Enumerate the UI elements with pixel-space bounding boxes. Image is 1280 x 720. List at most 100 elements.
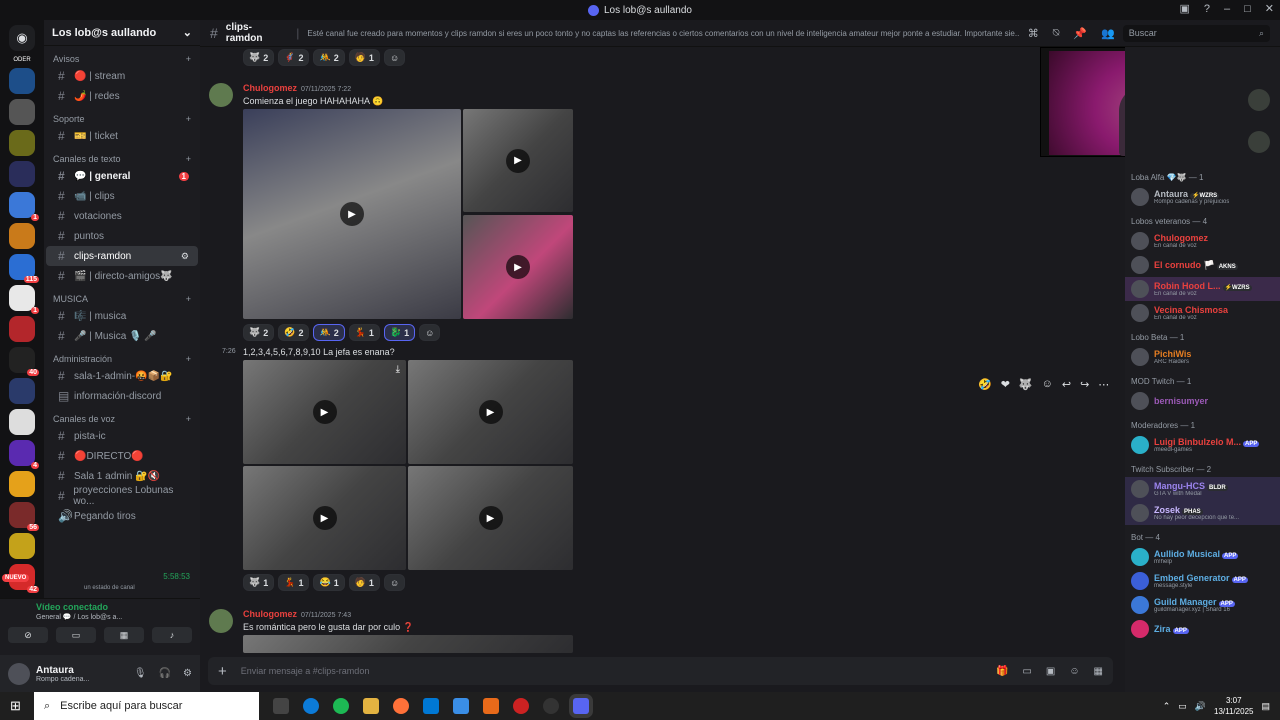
- server-icon[interactable]: [9, 378, 35, 404]
- channel-clips[interactable]: # 📹 | clips: [46, 186, 198, 206]
- gear-icon[interactable]: ⚙: [183, 668, 192, 679]
- member-item[interactable]: Luigi Binbulzelo M... APP/meedl-games: [1125, 433, 1280, 457]
- clock[interactable]: 3:07 13/11/2025: [1214, 695, 1253, 717]
- category-musica[interactable]: MUSICA +: [44, 286, 200, 306]
- screen-share-icon[interactable]: ▭: [56, 627, 96, 643]
- discord-taskbar-icon[interactable]: [573, 698, 589, 714]
- member-item[interactable]: El cornudo 🏳️ AKNS: [1125, 253, 1280, 277]
- add-reaction-icon[interactable]: ☺: [1042, 378, 1053, 391]
- close-button[interactable]: ✕: [1265, 2, 1274, 15]
- gif-icon[interactable]: ▭: [1022, 666, 1031, 677]
- store-icon[interactable]: [453, 698, 469, 714]
- wolf-icon[interactable]: 🐺: [1019, 378, 1033, 391]
- add-reaction-icon[interactable]: ☺: [383, 49, 406, 66]
- threads-icon[interactable]: ⌘: [1028, 27, 1039, 40]
- sticker-icon[interactable]: ▣: [1046, 666, 1055, 677]
- app-icon[interactable]: [543, 698, 559, 714]
- app-icon[interactable]: [513, 698, 529, 714]
- headphones-icon[interactable]: 🎧: [159, 668, 171, 679]
- channel-votaciones[interactable]: # votaciones: [46, 206, 198, 226]
- network-icon[interactable]: ▭: [1178, 701, 1187, 712]
- file-explorer-icon[interactable]: [363, 698, 379, 714]
- member-item[interactable]: Zosek PHAS No hay peor decepción que te...: [1125, 501, 1280, 525]
- notifications-icon[interactable]: ▤: [1261, 701, 1270, 712]
- add-reaction-icon[interactable]: ☺: [383, 574, 406, 591]
- camera-off-icon[interactable]: ⊘: [8, 627, 48, 643]
- channel-pista-ic[interactable]: # pista-ic: [46, 426, 198, 446]
- video-attachment[interactable]: ▶: [243, 466, 406, 570]
- server-icon[interactable]: [9, 68, 35, 94]
- reply-icon[interactable]: ↩: [1062, 378, 1071, 391]
- play-icon[interactable]: ▶: [478, 400, 503, 424]
- server-icon[interactable]: [9, 316, 35, 342]
- mute-icon[interactable]: ⍉: [1053, 27, 1060, 40]
- gift-icon[interactable]: 🎁: [996, 666, 1008, 677]
- members-icon[interactable]: 👥: [1101, 27, 1115, 40]
- member-item[interactable]: Vecina Chismosa En canal de voz: [1125, 301, 1280, 325]
- category-soporte[interactable]: Soporte +: [44, 106, 200, 126]
- server-icon[interactable]: 56: [9, 502, 39, 531]
- category-texto[interactable]: Canales de texto +: [44, 146, 200, 166]
- category-avisos[interactable]: Avisos +: [44, 46, 200, 66]
- server-icon[interactable]: 4: [9, 440, 39, 469]
- server-header[interactable]: Los lob@s aullando ⌄: [44, 20, 200, 46]
- maximize-button[interactable]: □: [1244, 3, 1251, 15]
- firefox-icon[interactable]: [393, 698, 409, 714]
- channel-ticket[interactable]: # 🎫 | ticket: [46, 126, 198, 146]
- member-item[interactable]: Zira APP: [1125, 617, 1280, 641]
- channel-info-discord[interactable]: ▤ información-discord: [46, 386, 198, 406]
- windows-start-icon[interactable]: ⊞: [10, 698, 21, 714]
- more-icon[interactable]: ⋯: [1098, 378, 1109, 391]
- server-icon[interactable]: [9, 409, 35, 435]
- reaction[interactable]: 🐺 2: [243, 49, 275, 66]
- reaction[interactable]: 💃 1: [348, 324, 380, 341]
- channel-topic[interactable]: Esté canal fue creado para momentos y cl…: [307, 29, 1019, 38]
- channel-sala-admin[interactable]: # sala-1-admin-🤬📦🔐: [46, 366, 198, 386]
- server-icon[interactable]: 1: [9, 192, 39, 221]
- inbox-icon[interactable]: ▣: [1179, 2, 1189, 15]
- game-icon[interactable]: [1248, 131, 1270, 153]
- reaction[interactable]: 🐺 1: [243, 574, 275, 591]
- message-author[interactable]: Chulogomez: [243, 83, 297, 93]
- server-icon[interactable]: [9, 161, 35, 187]
- member-item[interactable]: PichiWis ARC Raiders: [1125, 345, 1280, 369]
- minimize-button[interactable]: –: [1224, 3, 1230, 15]
- reaction[interactable]: 🦸 2: [278, 49, 310, 66]
- server-icon[interactable]: 1: [9, 285, 39, 314]
- add-attachment-button[interactable]: +: [218, 663, 227, 680]
- channel-clips-ramdon[interactable]: # clips-ramdon ⚙: [46, 246, 198, 266]
- video-attachment[interactable]: [243, 635, 573, 653]
- server-icon[interactable]: 115: [9, 254, 39, 283]
- video-attachment[interactable]: ▶ ⤓: [243, 360, 406, 464]
- play-icon[interactable]: ▶: [312, 506, 337, 530]
- voice-channel[interactable]: General 💬 / Los lob@s a...: [0, 612, 200, 622]
- app-icon[interactable]: [483, 698, 499, 714]
- download-icon[interactable]: ⤓: [396, 364, 400, 375]
- microphone-icon[interactable]: 🎙: [134, 668, 147, 679]
- member-item[interactable]: Antaura ⚡WZRS Rompo cadenas y prejuicios: [1125, 185, 1280, 209]
- server-icon[interactable]: [9, 223, 35, 249]
- server-icon[interactable]: [9, 533, 35, 559]
- reaction[interactable]: 🧑 1: [348, 49, 380, 66]
- tray-chevron-icon[interactable]: ⌃: [1163, 701, 1171, 712]
- video-attachment[interactable]: ▶: [463, 109, 573, 212]
- apps-icon[interactable]: ▦: [1094, 666, 1103, 677]
- server-icon[interactable]: 40: [9, 347, 39, 376]
- home-button[interactable]: ◉: [9, 25, 35, 51]
- volume-icon[interactable]: 🔊: [1195, 701, 1206, 712]
- play-icon[interactable]: ▶: [312, 400, 337, 424]
- channel-general[interactable]: # 💬 | general 1: [46, 166, 198, 186]
- server-icon[interactable]: [9, 471, 35, 497]
- category-voz[interactable]: Canales de voz +: [44, 406, 200, 426]
- add-reaction-icon[interactable]: ☺: [419, 324, 441, 341]
- member-item[interactable]: bernisumyer: [1125, 389, 1280, 413]
- reaction[interactable]: 🤼 2: [313, 324, 345, 341]
- member-item[interactable]: Guild Manager APP guildmanager.xyz | Shard…: [1125, 593, 1280, 617]
- heart-icon[interactable]: ❤: [1001, 378, 1010, 391]
- channel-musica-voice[interactable]: # 🎤 | Musica 🎙️ 🎤: [46, 326, 198, 346]
- play-icon[interactable]: ▶: [506, 255, 530, 279]
- video-attachment[interactable]: ▶: [408, 466, 573, 570]
- search-input[interactable]: Buscar ⌕: [1122, 24, 1270, 42]
- outlook-icon[interactable]: [423, 698, 439, 714]
- reaction[interactable]: 🧑 1: [348, 574, 380, 591]
